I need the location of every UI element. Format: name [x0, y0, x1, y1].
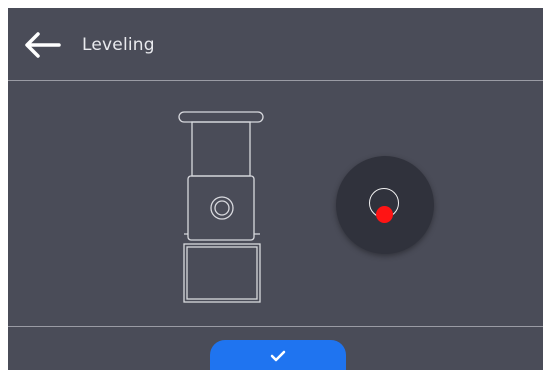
footer-divider	[8, 326, 543, 327]
back-button[interactable]	[22, 30, 62, 60]
balance-scale-illustration	[178, 111, 264, 303]
level-bubble	[376, 206, 393, 223]
header-divider	[8, 80, 543, 81]
header-bar: Leveling	[8, 8, 543, 81]
page-title: Leveling	[82, 35, 155, 55]
level-indicator	[336, 156, 434, 254]
confirm-button[interactable]	[210, 340, 346, 370]
checkmark-icon	[270, 350, 286, 362]
arrow-left-icon	[25, 32, 61, 58]
leveling-screen: Leveling	[8, 8, 543, 370]
